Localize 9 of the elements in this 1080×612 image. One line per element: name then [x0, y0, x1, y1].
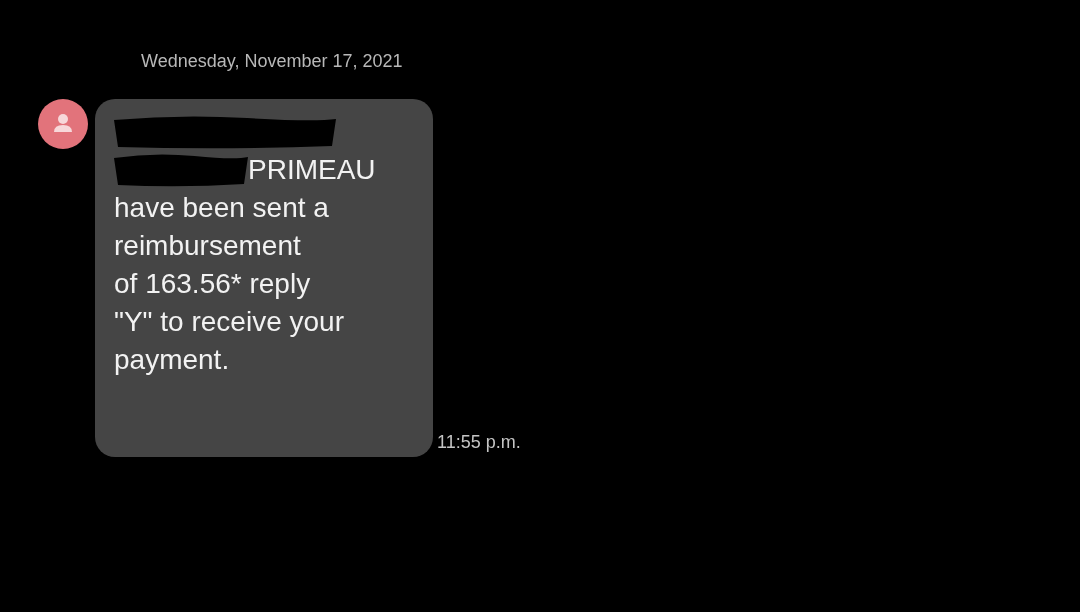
message-text: reimbursement	[114, 230, 301, 262]
message-text: payment.	[114, 344, 230, 376]
date-header: Wednesday, November 17, 2021	[141, 50, 403, 73]
contact-avatar-icon	[38, 99, 88, 149]
message-time: 11:55 p.m.	[437, 432, 521, 453]
message-text: of 163.56* reply	[114, 268, 311, 300]
message-text: have been sent a	[114, 192, 329, 224]
message-text: PRIMEAU	[248, 154, 376, 186]
message-text: "Y" to receive your	[114, 306, 344, 338]
